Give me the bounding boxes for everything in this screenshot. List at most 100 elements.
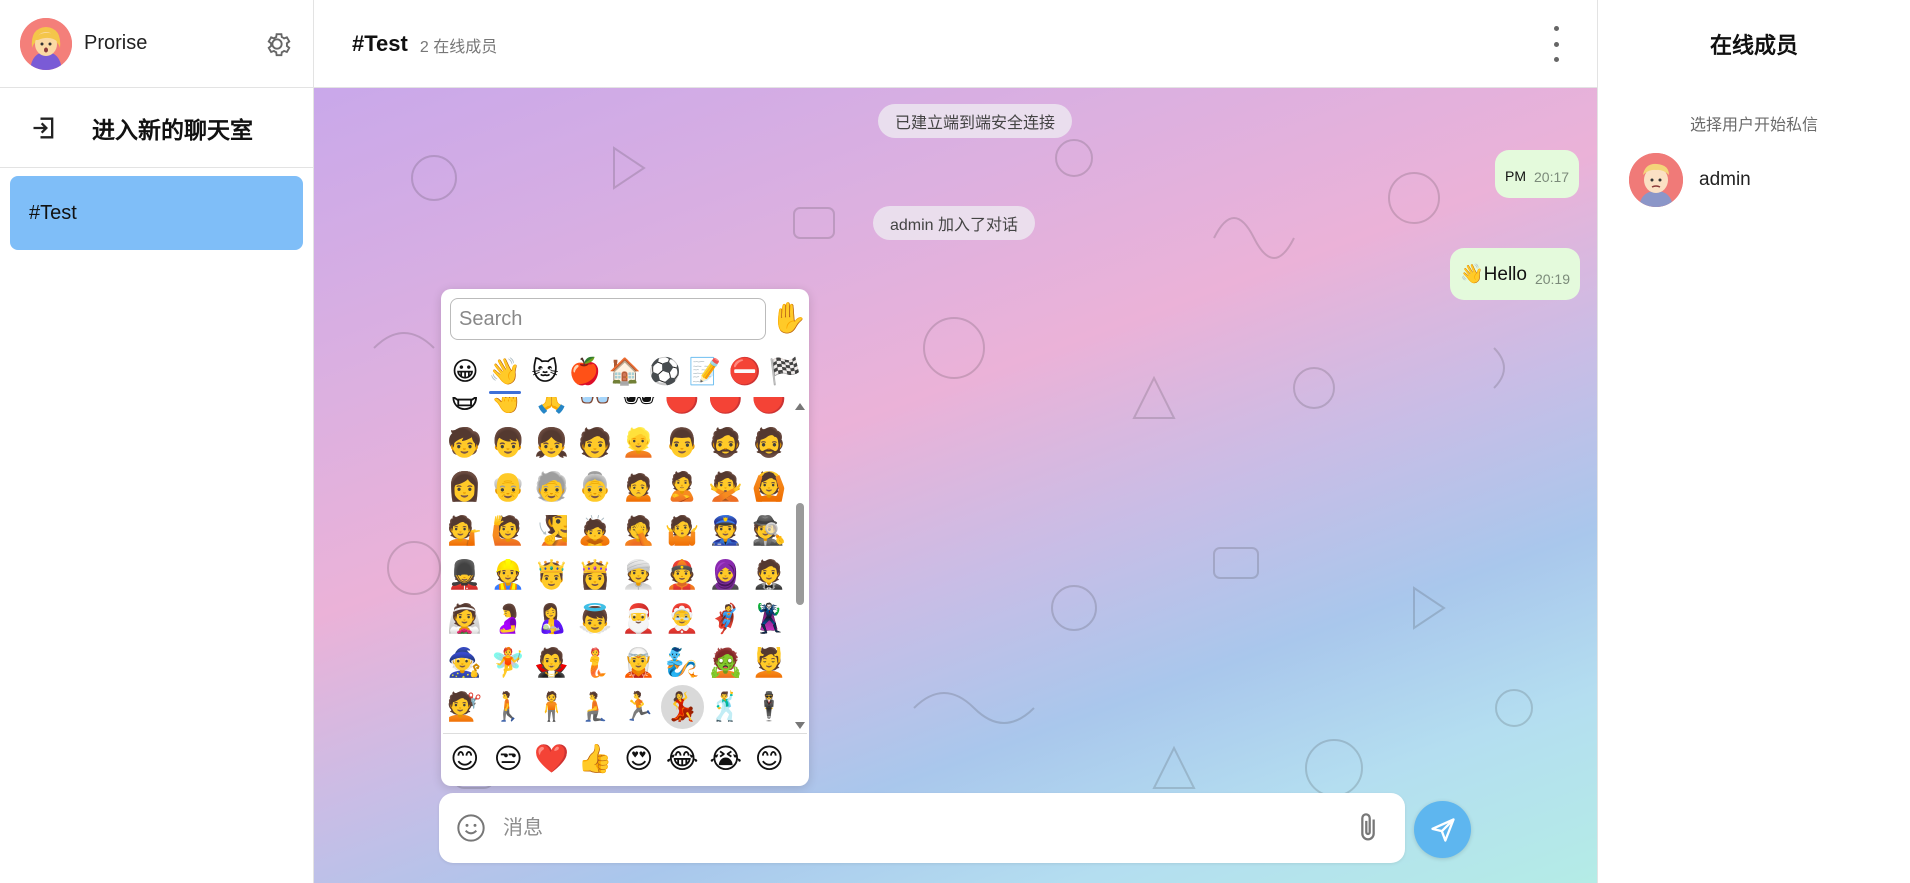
emoji-item[interactable]: 💆 bbox=[748, 641, 792, 685]
emoji-item[interactable]: 👱 bbox=[617, 421, 661, 465]
join-room-button[interactable]: 进入新的聊天室 bbox=[0, 88, 313, 168]
category-activities[interactable]: ⚽ bbox=[645, 353, 685, 389]
emoji-item[interactable]: 🤷 bbox=[661, 509, 705, 553]
emoji-item[interactable]: 👼 bbox=[574, 597, 618, 641]
category-people[interactable]: 👋 bbox=[485, 353, 525, 394]
emoji-item[interactable]: 🧞 bbox=[661, 641, 705, 685]
more-options-icon[interactable] bbox=[1549, 26, 1563, 62]
emoji-item[interactable]: 🙋 bbox=[487, 509, 531, 553]
emoji-item[interactable]: 🧎 bbox=[574, 685, 618, 729]
emoji-item[interactable]: 👲 bbox=[661, 553, 705, 597]
emoji-item[interactable]: 👩 bbox=[443, 465, 487, 509]
emoji-item[interactable]: 🙏 bbox=[530, 397, 574, 421]
emoji-item[interactable]: 👯 bbox=[443, 729, 487, 731]
recent-emoji-item[interactable]: 😊 bbox=[443, 734, 487, 784]
emoji-item[interactable]: 🧒 bbox=[443, 421, 487, 465]
emoji-item[interactable]: 🧏 bbox=[530, 509, 574, 553]
emoji-item[interactable]: 🧛 bbox=[530, 641, 574, 685]
emoji-item[interactable]: 🧖 bbox=[487, 729, 531, 731]
emoji-item[interactable]: 👷 bbox=[487, 553, 531, 597]
emoji-item[interactable]: 🙍 bbox=[617, 465, 661, 509]
emoji-item[interactable]: 🔴 bbox=[748, 397, 792, 421]
category-symbols[interactable]: ⛔ bbox=[725, 353, 765, 389]
emoji-item[interactable]: 🧚 bbox=[487, 641, 531, 685]
emoji-item[interactable]: 👵 bbox=[574, 465, 618, 509]
emoji-item[interactable]: 🙆 bbox=[748, 465, 792, 509]
emoji-item[interactable]: 🎅 bbox=[617, 597, 661, 641]
send-button[interactable] bbox=[1414, 801, 1471, 858]
emoji-item[interactable]: 🧝 bbox=[617, 641, 661, 685]
emoji-item[interactable]: 🧗 bbox=[530, 729, 574, 731]
emoji-item[interactable]: 🧙 bbox=[443, 641, 487, 685]
emoji-item[interactable]: 🕴 bbox=[748, 685, 792, 729]
emoji-item[interactable]: 💂 bbox=[443, 553, 487, 597]
emoji-item[interactable]: 👳 bbox=[617, 553, 661, 597]
scroll-down-icon[interactable] bbox=[795, 722, 805, 729]
gear-icon[interactable] bbox=[261, 28, 293, 60]
emoji-item[interactable]: 🤰 bbox=[487, 597, 531, 641]
emoji-scrollbar[interactable] bbox=[794, 401, 806, 731]
message-bubble[interactable]: PM 20:17 bbox=[1495, 150, 1580, 198]
emoji-item[interactable]: 👮 bbox=[704, 509, 748, 553]
recent-emoji-item[interactable]: 😍 bbox=[617, 734, 661, 784]
emoji-item[interactable]: 🏂 bbox=[704, 729, 748, 731]
category-objects[interactable]: 📝 bbox=[685, 353, 725, 389]
emoji-item[interactable]: 🦹 bbox=[748, 597, 792, 641]
member-item-admin[interactable]: admin bbox=[1629, 153, 1751, 207]
recent-emoji-item[interactable]: 😭 bbox=[704, 734, 748, 784]
category-flags[interactable]: 🏁 bbox=[765, 353, 805, 389]
emoji-item[interactable]: 🧔 bbox=[704, 421, 748, 465]
emoji-item[interactable]: 🤴 bbox=[530, 553, 574, 597]
category-smileys[interactable]: 😀 bbox=[445, 353, 485, 389]
emoji-item[interactable]: 😷 bbox=[443, 397, 487, 421]
emoji-search-input[interactable] bbox=[450, 298, 766, 340]
emoji-item[interactable]: 👨 bbox=[661, 421, 705, 465]
emoji-item[interactable]: 💃 bbox=[660, 685, 704, 729]
emoji-item[interactable]: 💇 bbox=[443, 685, 487, 729]
emoji-item[interactable]: 🤱 bbox=[530, 597, 574, 641]
emoji-item[interactable]: 🏇 bbox=[617, 729, 661, 731]
emoji-item[interactable]: 🧑 bbox=[574, 421, 618, 465]
emoji-item[interactable]: 👧 bbox=[530, 421, 574, 465]
paperclip-icon[interactable] bbox=[1351, 811, 1385, 845]
category-animals[interactable]: 🐱 bbox=[525, 353, 565, 389]
emoji-item[interactable]: 🦸 bbox=[704, 597, 748, 641]
category-travel[interactable]: 🏠 bbox=[605, 353, 645, 389]
emoji-item[interactable]: 🤶 bbox=[661, 597, 705, 641]
emoji-item[interactable]: 🏌 bbox=[748, 729, 792, 731]
emoji-item[interactable]: 🙇 bbox=[574, 509, 618, 553]
emoji-item[interactable]: 🧍 bbox=[530, 685, 574, 729]
scroll-thumb[interactable] bbox=[796, 503, 804, 605]
emoji-item[interactable]: 🔴 bbox=[661, 397, 705, 421]
emoji-item[interactable]: 🕶 bbox=[617, 397, 661, 421]
emoji-item[interactable]: 🤺 bbox=[574, 729, 618, 731]
scroll-up-icon[interactable] bbox=[795, 403, 805, 410]
emoji-item[interactable]: 🙅 bbox=[704, 465, 748, 509]
room-item-test[interactable]: #Test bbox=[10, 176, 303, 250]
emoji-item[interactable]: 👸 bbox=[574, 553, 618, 597]
skin-tone-button[interactable]: ✋ bbox=[770, 301, 807, 337]
recent-emoji-item[interactable]: 😂 bbox=[661, 734, 705, 784]
emoji-item[interactable]: 🧓 bbox=[530, 465, 574, 509]
emoji-item[interactable]: 👰 bbox=[443, 597, 487, 641]
emoji-item[interactable]: 🚶 bbox=[487, 685, 531, 729]
emoji-item[interactable]: ⛷ bbox=[661, 729, 705, 731]
emoji-item[interactable]: 🔴 bbox=[704, 397, 748, 421]
emoji-item[interactable]: 🤵 bbox=[748, 553, 792, 597]
user-avatar[interactable] bbox=[20, 17, 72, 70]
emoji-item[interactable]: 🤦 bbox=[617, 509, 661, 553]
recent-emoji-item[interactable]: ❤️ bbox=[530, 734, 574, 784]
emoji-item[interactable]: 🧕 bbox=[704, 553, 748, 597]
message-input[interactable] bbox=[503, 816, 1351, 840]
emoji-item[interactable]: 🕵 bbox=[748, 509, 792, 553]
category-food[interactable]: 🍎 bbox=[565, 353, 605, 389]
emoji-item[interactable]: 🧜 bbox=[574, 641, 618, 685]
emoji-item[interactable]: 🙎 bbox=[661, 465, 705, 509]
emoji-item[interactable]: 🧟 bbox=[704, 641, 748, 685]
recent-emoji-item[interactable]: 👍 bbox=[574, 734, 618, 784]
emoji-item[interactable]: 💁 bbox=[443, 509, 487, 553]
recent-emoji-item[interactable]: 😊 bbox=[748, 734, 792, 784]
emoji-item[interactable]: 🤚 bbox=[487, 397, 531, 421]
recent-emoji-item[interactable]: 😒 bbox=[487, 734, 531, 784]
message-bubble[interactable]: 👋Hello 20:19 bbox=[1450, 248, 1581, 300]
